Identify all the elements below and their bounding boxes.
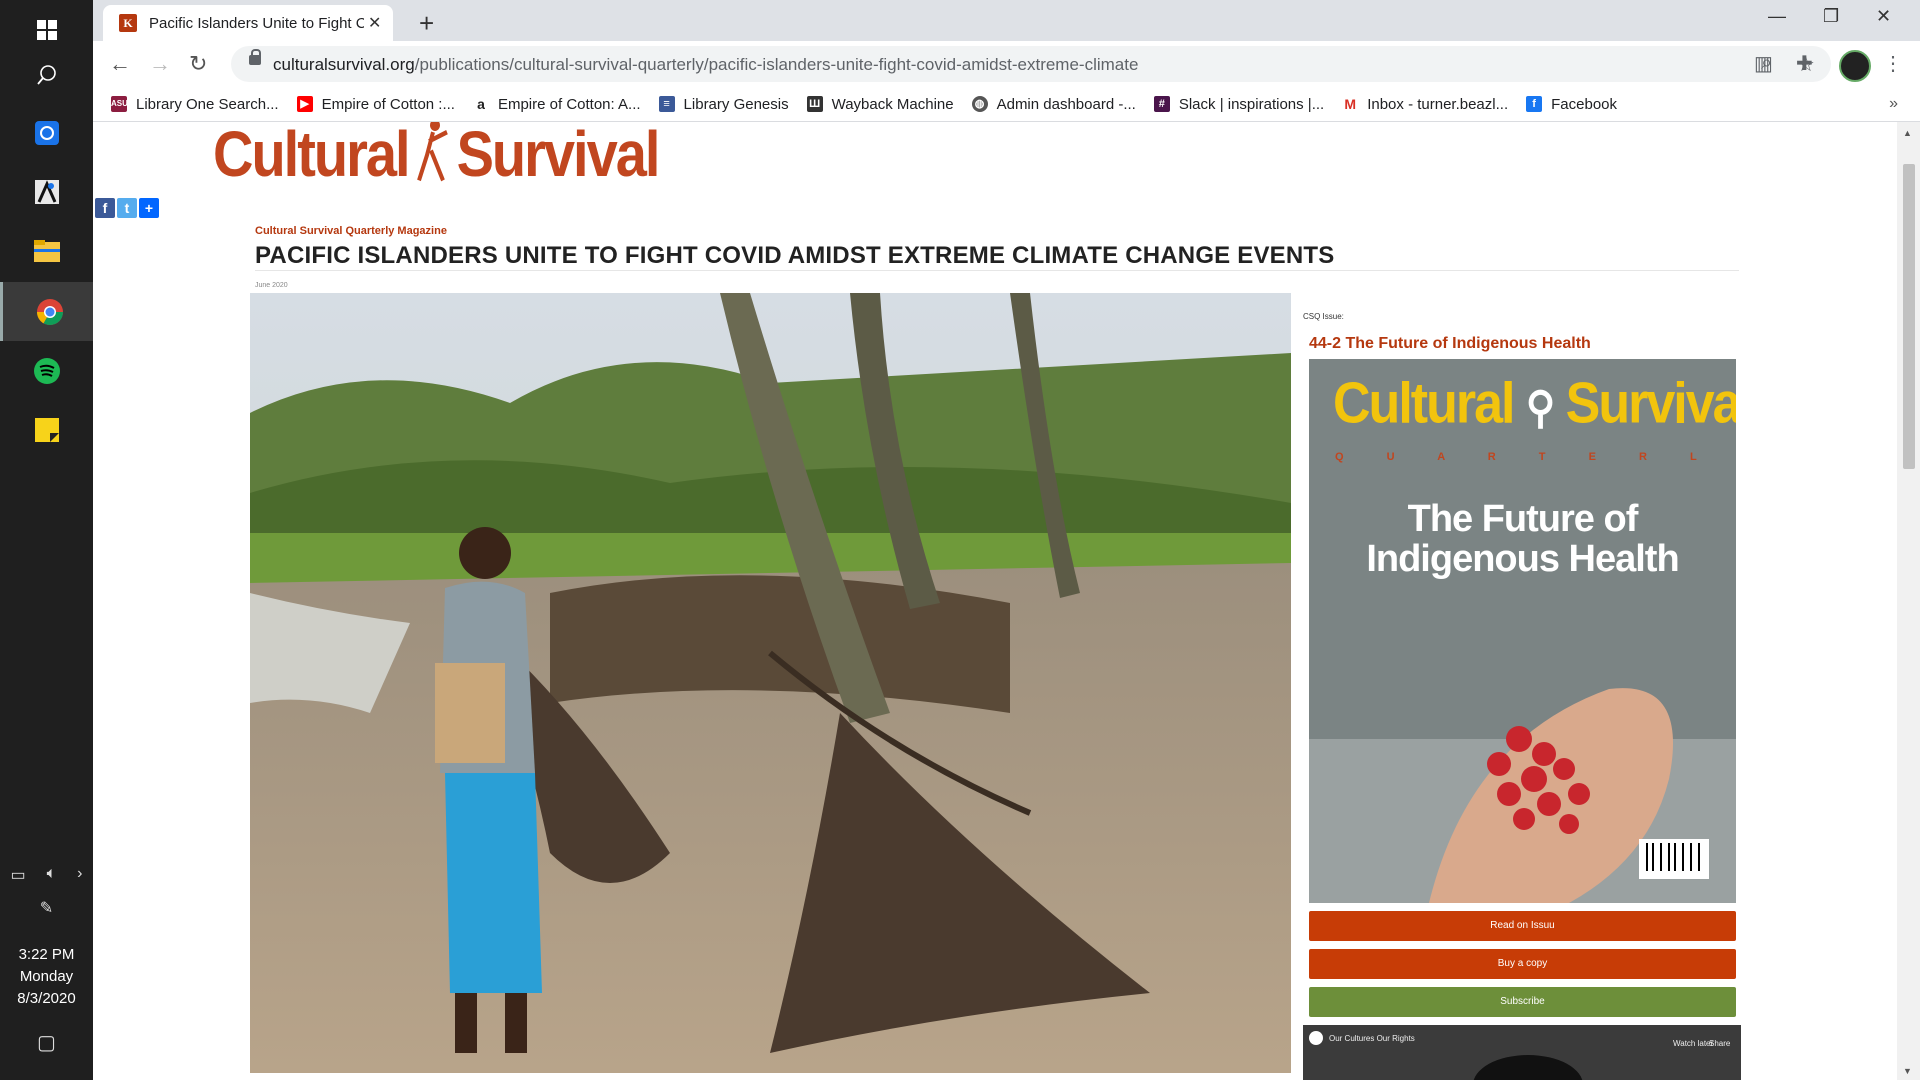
restore-button[interactable]: ❐ — [1823, 6, 1839, 27]
buy-a-copy-button[interactable]: Buy a copy — [1309, 949, 1736, 979]
file-explorer-icon[interactable] — [0, 221, 93, 280]
cover-figure-icon: ⚲ — [1525, 384, 1555, 433]
bookmark-empire-of-cotton-youtube[interactable]: ▶ Empire of Cotton :... — [296, 96, 455, 113]
issue-title-link[interactable]: 44-2 The Future of Indigenous Health — [1309, 335, 1735, 353]
battery-icon[interactable]: ▭ — [10, 865, 25, 885]
youtube-icon: ▶ — [296, 96, 313, 112]
headline-divider — [255, 270, 1739, 271]
bookmarks-bar: ASU Library One Search... ▶ Empire of Cott… — [93, 87, 1920, 122]
share-plus-icon[interactable]: + — [139, 198, 159, 218]
bookmark-admin-dashboard[interactable]: ◍ Admin dashboard -... — [971, 96, 1136, 113]
tab-active[interactable]: K Pacific Islanders Unite to Fight COVID… — [103, 5, 393, 41]
new-tab-button[interactable]: + — [419, 8, 434, 39]
slack-icon: # — [1153, 96, 1170, 112]
extension-archive-icon[interactable]: ▥ — [1754, 51, 1773, 76]
forward-arrow-icon[interactable]: → — [149, 51, 171, 77]
clock-day: Monday — [19, 968, 74, 985]
video-thumbnail-person — [1473, 1055, 1583, 1080]
article-kicker[interactable]: Cultural Survival Quarterly Magazine — [255, 225, 447, 237]
facebook-icon: f — [1526, 96, 1543, 112]
search-icon[interactable] — [0, 45, 93, 104]
libgen-icon: ≡ — [658, 96, 675, 112]
tab-strip: K Pacific Islanders Unite to Fight COVID… — [93, 0, 1920, 41]
issue-sidebar: CSQ Issue: 44-2 The Future of Indigenous… — [1303, 312, 1741, 1080]
screen-reader-icon[interactable] — [0, 103, 93, 162]
asu-icon: ASU — [111, 96, 128, 112]
chevron-right-icon[interactable]: › — [77, 865, 82, 885]
site-logo[interactable]: Cultural Survival — [213, 122, 660, 191]
windows-taskbar: ▭ 🔈︎ › ✎ 3:22 PM Monday 8/3/2020 ▢ — [0, 0, 96, 1080]
share-buttons: f t + — [95, 198, 159, 218]
window-close-button[interactable]: ✕ — [1876, 6, 1891, 27]
scroll-thumb[interactable] — [1903, 164, 1915, 469]
video-title: Our Cultures Our Rights — [1329, 1034, 1415, 1043]
volume-icon[interactable]: 🔈︎ — [47, 865, 57, 885]
pen-icon[interactable]: ✎ — [0, 898, 93, 918]
bookmark-library-one-search[interactable]: ASU Library One Search... — [111, 96, 279, 113]
video-embed[interactable]: Our Cultures Our Rights Watch later Shar… — [1303, 1025, 1741, 1080]
cover-quarterly: Q U A R T E R L Y — [1335, 451, 1736, 463]
close-icon[interactable]: ✕ — [368, 13, 381, 33]
archive-icon: Ш — [806, 96, 823, 112]
taskbar-clock[interactable]: 3:22 PM Monday 8/3/2020 — [0, 944, 93, 1010]
profile-avatar[interactable] — [1839, 50, 1871, 82]
subscribe-button[interactable]: Subscribe — [1309, 987, 1736, 1017]
cover-headline: The Future of Indigenous Health — [1366, 498, 1679, 580]
magazine-cover[interactable]: Cultural ⚲ Survival Q U A R T E R L Y Th… — [1309, 359, 1736, 903]
extensions-puzzle-icon[interactable]: ✚ — [1796, 51, 1813, 76]
bookmark-facebook[interactable]: f Facebook — [1526, 96, 1617, 113]
video-share[interactable]: Share — [1709, 1039, 1730, 1048]
article-hero-photo — [250, 293, 1291, 1073]
clock-time: 3:22 PM — [18, 946, 75, 963]
bookmark-wayback-machine[interactable]: Ш Wayback Machine — [806, 96, 954, 113]
bookmarks-overflow-icon[interactable]: » — [1889, 95, 1898, 113]
reload-icon[interactable]: ↻ — [189, 51, 207, 77]
minimize-button[interactable]: — — [1768, 6, 1786, 27]
menu-kebab-icon[interactable]: ⋮ — [1883, 51, 1903, 76]
accessibility-app-icon[interactable] — [0, 162, 93, 221]
cover-masthead: Cultural ⚲ Survival — [1333, 372, 1736, 436]
bookmark-empire-of-cotton-amazon[interactable]: a Empire of Cotton: A... — [472, 96, 641, 113]
read-on-issuu-button[interactable]: Read on Issuu — [1309, 911, 1736, 941]
url-host: culturalsurvival.org — [273, 55, 415, 74]
article-headline: PACIFIC ISLANDERS UNITE TO FIGHT COVID A… — [255, 242, 1335, 269]
scroll-up-icon[interactable]: ▲ — [1903, 128, 1912, 138]
scroll-down-icon[interactable]: ▼ — [1903, 1066, 1912, 1076]
address-bar[interactable]: culturalsurvival.org/publications/cultur… — [231, 46, 1831, 82]
system-tray: ▭ 🔈︎ › — [0, 865, 93, 885]
amazon-icon: a — [472, 96, 489, 112]
gmail-icon: M — [1342, 96, 1359, 112]
back-arrow-icon[interactable]: ← — [109, 51, 131, 77]
globe-icon: ◍ — [971, 96, 988, 112]
sticky-notes-icon[interactable] — [0, 400, 93, 459]
clock-date: 8/3/2020 — [17, 990, 76, 1007]
twitter-share-icon[interactable]: t — [117, 198, 137, 218]
bookmark-gmail-inbox[interactable]: M Inbox - turner.beazl... — [1342, 96, 1508, 113]
web-page: Cultural Survival f t + Cultural Survival… — [93, 122, 1897, 1080]
url-path: /publications/cultural-survival-quarterl… — [414, 55, 1139, 74]
video-watch-later[interactable]: Watch later — [1673, 1039, 1713, 1048]
csq-issue-label: CSQ Issue: — [1303, 312, 1344, 321]
url-text[interactable]: culturalsurvival.org/publications/cultur… — [273, 55, 1138, 75]
browser-toolbar: ← → ↻ culturalsurvival.org/publications/… — [93, 41, 1920, 87]
logo-figure-icon — [415, 122, 451, 183]
tab-title: Pacific Islanders Unite to Fight COVID A… — [149, 14, 364, 32]
bookmark-library-genesis[interactable]: ≡ Library Genesis — [658, 96, 789, 113]
cultural-survival-favicon: K — [119, 14, 137, 32]
article-date: June 2020 — [255, 282, 288, 289]
spotify-icon[interactable] — [0, 341, 93, 400]
channel-avatar-icon — [1309, 1031, 1323, 1045]
facebook-share-icon[interactable]: f — [95, 198, 115, 218]
notification-icon[interactable]: ▢ — [0, 1030, 93, 1055]
bookmark-slack[interactable]: # Slack | inspirations |... — [1153, 96, 1324, 113]
lock-icon[interactable] — [249, 49, 261, 65]
chrome-icon[interactable] — [0, 282, 96, 341]
page-scrollbar[interactable]: ▲ ▼ — [1897, 122, 1920, 1080]
